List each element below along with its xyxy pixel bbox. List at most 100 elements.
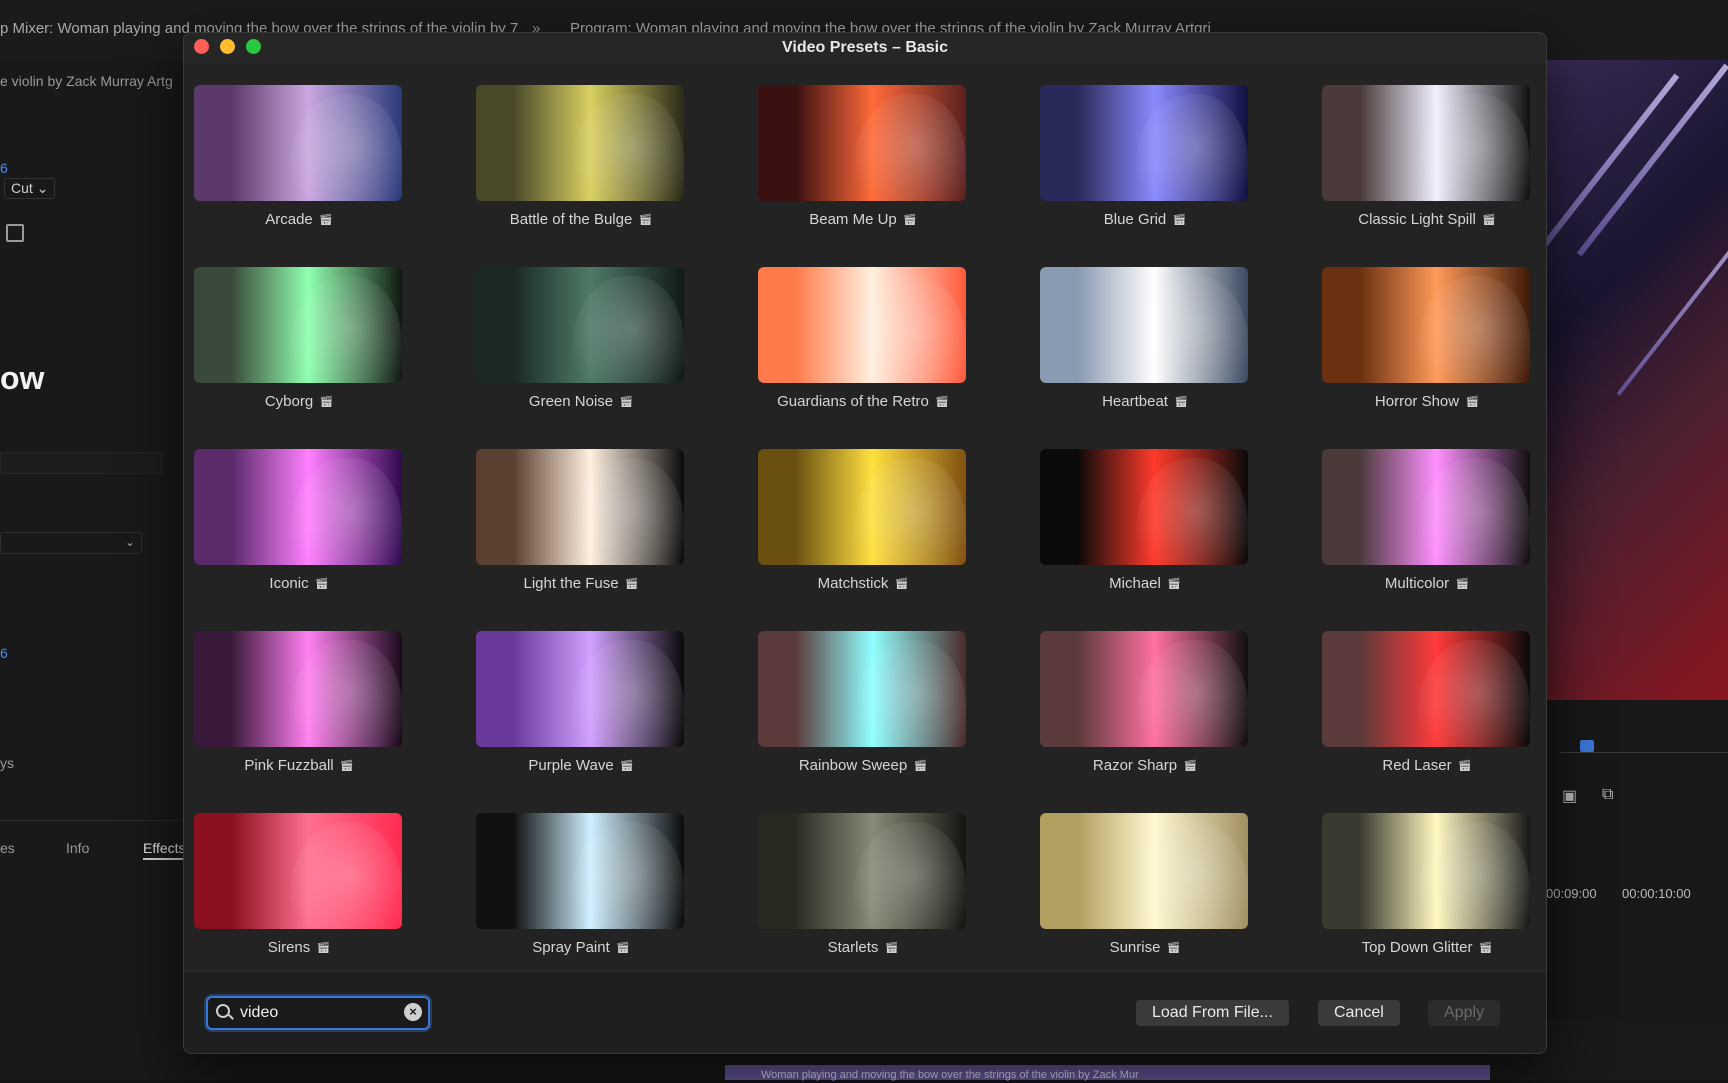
- checkbox[interactable]: [6, 224, 24, 242]
- preset-thumbnail[interactable]: [1322, 85, 1530, 201]
- preset-label-row: Multicolor 🎬︎: [1322, 575, 1532, 592]
- face-image: [289, 94, 402, 201]
- preset-label: Michael: [1109, 575, 1161, 592]
- preset-thumbnail[interactable]: [1322, 631, 1530, 747]
- load-from-file-button[interactable]: Load From File...: [1136, 1000, 1289, 1026]
- preset-thumbnail[interactable]: [1040, 267, 1248, 383]
- preset-item[interactable]: Light the Fuse 🎬︎: [476, 449, 686, 609]
- preset-item[interactable]: Matchstick 🎬︎: [758, 449, 968, 609]
- preset-item[interactable]: Beam Me Up 🎬︎: [758, 85, 968, 245]
- preset-thumbnail[interactable]: [758, 449, 966, 565]
- preset-item[interactable]: Starlets 🎬︎: [758, 813, 968, 973]
- preset-thumbnail[interactable]: [476, 449, 684, 565]
- tab-es[interactable]: es: [0, 840, 15, 856]
- preset-item[interactable]: Battle of the Bulge 🎬︎: [476, 85, 686, 245]
- preset-thumbnail[interactable]: [194, 813, 402, 929]
- clapperboard-icon: 🎬︎: [894, 578, 909, 590]
- preset-thumbnail[interactable]: [194, 631, 402, 747]
- preset-item[interactable]: Spray Paint 🎬︎: [476, 813, 686, 973]
- dialog-titlebar: Video Presets – Basic: [184, 33, 1546, 63]
- preset-thumbnail[interactable]: [758, 85, 966, 201]
- preset-item[interactable]: Sirens 🎬︎: [194, 813, 404, 973]
- preset-item[interactable]: Arcade 🎬︎: [194, 85, 404, 245]
- preset-item[interactable]: Multicolor 🎬︎: [1322, 449, 1532, 609]
- preset-label: Classic Light Spill: [1358, 211, 1476, 228]
- preset-item[interactable]: Guardians of the Retro 🎬︎: [758, 267, 968, 427]
- preset-label-row: Top Down Glitter 🎬︎: [1322, 939, 1532, 956]
- preset-item[interactable]: Green Noise 🎬︎: [476, 267, 686, 427]
- preset-item[interactable]: Rainbow Sweep 🎬︎: [758, 631, 968, 791]
- preset-thumbnail[interactable]: [1322, 813, 1530, 929]
- preset-item[interactable]: Pink Fuzzball 🎬︎: [194, 631, 404, 791]
- preset-label: Purple Wave: [528, 757, 614, 774]
- preset-item[interactable]: Horror Show 🎬︎: [1322, 267, 1532, 427]
- face-image: [1417, 640, 1530, 747]
- preset-thumbnail[interactable]: [1322, 267, 1530, 383]
- timecode: 00:00:10:00: [1622, 886, 1691, 901]
- face-image: [289, 458, 402, 565]
- preset-thumbnail[interactable]: [476, 85, 684, 201]
- chevron-down-icon: ⌄: [36, 180, 49, 196]
- dialog-footer: × Load From File... Cancel Apply: [184, 971, 1546, 1053]
- preset-thumbnail[interactable]: [1322, 449, 1530, 565]
- preset-label: Guardians of the Retro: [777, 393, 929, 410]
- apply-button[interactable]: Apply: [1428, 1000, 1501, 1026]
- camera-icon[interactable]: ▣: [1562, 786, 1577, 806]
- preset-label-row: Heartbeat 🎬︎: [1040, 393, 1250, 410]
- cancel-button[interactable]: Cancel: [1318, 1000, 1400, 1026]
- preset-thumbnail[interactable]: [476, 813, 684, 929]
- text-field[interactable]: [0, 452, 162, 474]
- preset-thumbnail[interactable]: [1040, 813, 1248, 929]
- preset-thumbnail[interactable]: [1040, 85, 1248, 201]
- preset-item[interactable]: Razor Sharp 🎬︎: [1040, 631, 1250, 791]
- preset-label: Arcade: [265, 211, 313, 228]
- preset-thumbnail[interactable]: [758, 267, 966, 383]
- timecode: 00:09:00: [1546, 886, 1597, 901]
- preset-thumbnail[interactable]: [1040, 449, 1248, 565]
- preset-item[interactable]: Blue Grid 🎬︎: [1040, 85, 1250, 245]
- preset-label-row: Sirens 🎬︎: [194, 939, 404, 956]
- chevron-down-icon: ⌄: [124, 535, 135, 549]
- playhead[interactable]: [1580, 740, 1594, 752]
- face-image: [1417, 822, 1530, 929]
- preset-label-row: Spray Paint 🎬︎: [476, 939, 686, 956]
- clapperboard-icon: 🎬︎: [615, 942, 630, 954]
- preset-item[interactable]: Heartbeat 🎬︎: [1040, 267, 1250, 427]
- preset-item[interactable]: Classic Light Spill 🎬︎: [1322, 85, 1532, 245]
- clear-search-icon[interactable]: ×: [404, 1003, 422, 1021]
- preset-item[interactable]: Cyborg 🎬︎: [194, 267, 404, 427]
- left-subtitle: e violin by Zack Murray Artg: [0, 73, 173, 89]
- search-input[interactable]: [238, 1001, 392, 1025]
- preset-item[interactable]: Top Down Glitter 🎬︎: [1322, 813, 1532, 973]
- preset-item[interactable]: Sunrise 🎬︎: [1040, 813, 1250, 973]
- tab-effects[interactable]: Effects: [143, 840, 186, 860]
- preset-item[interactable]: Red Laser 🎬︎: [1322, 631, 1532, 791]
- cut-dropdown-label[interactable]: Cut: [11, 180, 33, 196]
- preset-item[interactable]: Purple Wave 🎬︎: [476, 631, 686, 791]
- face-image: [571, 822, 684, 929]
- clapperboard-icon: 🎬︎: [638, 214, 653, 226]
- preset-thumbnail[interactable]: [476, 631, 684, 747]
- preset-label-row: Rainbow Sweep 🎬︎: [758, 757, 968, 774]
- preset-label: Spray Paint: [532, 939, 610, 956]
- tab-info[interactable]: Info: [66, 840, 89, 856]
- export-frame-icon[interactable]: ⧉: [1602, 786, 1613, 804]
- timeline-clip[interactable]: Woman playing and moving the bow over th…: [725, 1065, 1490, 1081]
- preset-thumbnail[interactable]: [476, 267, 684, 383]
- preset-thumbnail[interactable]: [758, 813, 966, 929]
- preset-thumbnail[interactable]: [1040, 631, 1248, 747]
- search-field[interactable]: ×: [206, 996, 430, 1030]
- preset-label-row: Horror Show 🎬︎: [1322, 393, 1532, 410]
- preset-thumbnail[interactable]: [758, 631, 966, 747]
- preset-thumbnail[interactable]: [194, 85, 402, 201]
- face-image: [853, 94, 966, 201]
- video-presets-dialog: Video Presets – Basic Arcade 🎬︎ Battle of …: [183, 32, 1547, 1054]
- preset-thumbnail[interactable]: [194, 449, 402, 565]
- left-label-ys: ys: [0, 755, 14, 771]
- preset-thumbnail[interactable]: [194, 267, 402, 383]
- clapperboard-icon: 🎬︎: [619, 760, 634, 772]
- dropdown[interactable]: ⌄: [0, 532, 142, 554]
- preset-item[interactable]: Iconic 🎬︎: [194, 449, 404, 609]
- preset-label-row: Battle of the Bulge 🎬︎: [476, 211, 686, 228]
- preset-item[interactable]: Michael 🎬︎: [1040, 449, 1250, 609]
